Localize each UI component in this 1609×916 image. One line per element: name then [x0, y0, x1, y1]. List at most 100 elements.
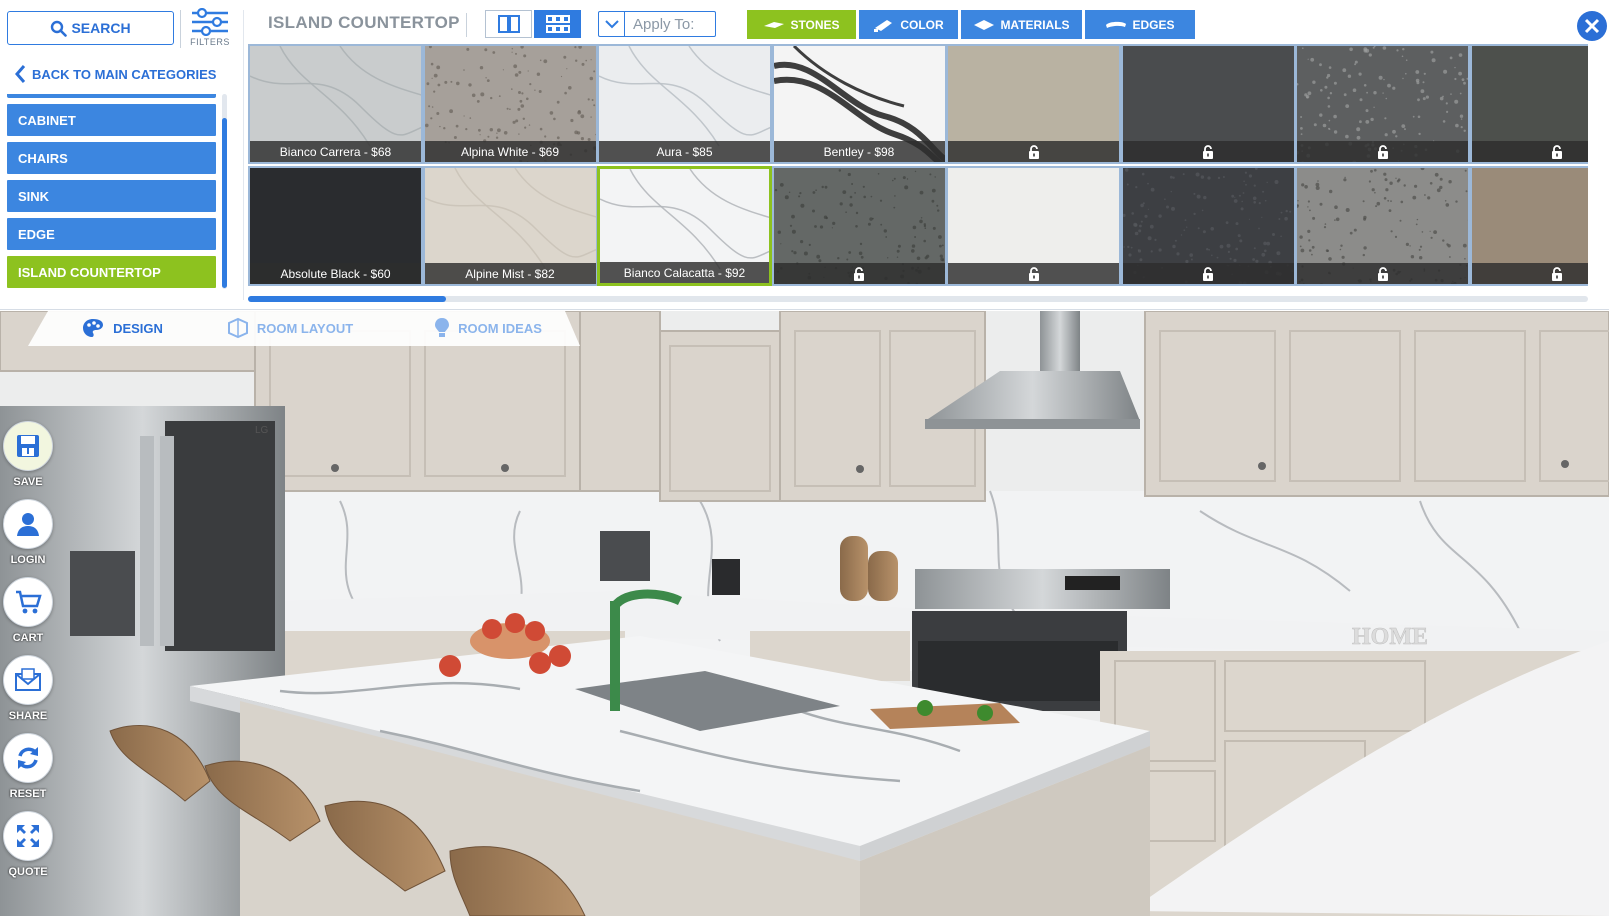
- room-designer-app: SEARCH FILTERS BACK TO MAIN CATEGORIES C…: [0, 0, 1609, 916]
- login-button-circle[interactable]: [3, 499, 53, 549]
- swatch-caption: Bianco Carrera - $68: [250, 141, 421, 162]
- quote-button-circle[interactable]: [3, 811, 53, 861]
- category-item-chairs[interactable]: CHAIRS: [7, 142, 216, 174]
- stone-swatch[interactable]: Alpine Mist - $82: [422, 166, 598, 286]
- lock-icon: [1552, 266, 1562, 281]
- stone-swatch[interactable]: Absolute Black - $60: [248, 166, 423, 286]
- category-item-edge[interactable]: EDGE: [7, 218, 216, 250]
- search-button[interactable]: SEARCH: [7, 11, 174, 45]
- quote-compress-icon: [17, 825, 39, 847]
- category-item-cabinet[interactable]: CABINET: [7, 104, 216, 136]
- back-to-main-categories-link[interactable]: BACK TO MAIN CATEGORIES: [14, 62, 216, 86]
- grid-view-button[interactable]: [534, 10, 581, 38]
- swatch-grid-scrollbar-thumb[interactable]: [248, 296, 446, 302]
- stone-swatch-locked[interactable]: [771, 166, 947, 286]
- tab-room-ideas[interactable]: ROOM IDEAS: [418, 311, 558, 345]
- save-icon: [17, 435, 39, 457]
- swatch-name: Alpina White: [460, 144, 529, 159]
- stone-swatch-locked[interactable]: [1120, 166, 1296, 286]
- stone-swatch-locked[interactable]: [946, 44, 1121, 164]
- swatch-price: $69: [539, 144, 560, 159]
- user-icon: [17, 513, 39, 536]
- kitchen-3d-preview[interactable]: LG HOME DESIGN ROOM LAYOUT ROOM IDEAS SA…: [0, 311, 1609, 916]
- stone-swatch-locked[interactable]: [1469, 166, 1588, 286]
- stone-swatch[interactable]: Alpina White - $69: [422, 44, 598, 164]
- swatch-lock-caption: [1122, 141, 1294, 162]
- stone-swatch[interactable]: Bianco Calacatta - $92: [597, 166, 772, 286]
- tab-design[interactable]: DESIGN: [52, 311, 192, 345]
- swatch-separator: -: [528, 144, 539, 159]
- login-button[interactable]: LOGIN: [2, 499, 54, 566]
- category-scrollbar-thumb[interactable]: [222, 118, 227, 288]
- stone-swatch-grid: Bianco Carrera - $68 Alpina White - $69 Au…: [248, 44, 1588, 292]
- stone-swatch-locked[interactable]: [1295, 166, 1470, 286]
- filters-button[interactable]: FILTERS: [186, 8, 234, 52]
- stone-swatch-locked[interactable]: [946, 166, 1121, 286]
- stone-slab-icon: [764, 21, 785, 28]
- grid-view-icon: [545, 15, 570, 33]
- apply-to-dropdown[interactable]: Apply To:: [598, 11, 716, 37]
- category-item-island-countertop[interactable]: ISLAND COUNTERTOP: [7, 256, 216, 288]
- quote-label: QUOTE: [8, 866, 48, 878]
- divider: [466, 13, 467, 37]
- swatch-lock-caption: [773, 263, 945, 284]
- decor-home-text: HOME: [1352, 624, 1428, 650]
- quote-button[interactable]: QUOTE: [2, 811, 54, 878]
- tab-stones[interactable]: STONES: [747, 10, 856, 39]
- close-panel-button[interactable]: [1577, 11, 1607, 41]
- swatch-lock-caption: [1297, 141, 1468, 162]
- swatch-name: Bentley: [823, 144, 864, 159]
- tab-color[interactable]: COLOR: [859, 10, 958, 39]
- cart-label: CART: [12, 632, 44, 644]
- stone-swatch-locked[interactable]: [1295, 44, 1470, 164]
- category-item-sink[interactable]: SINK: [7, 180, 216, 212]
- swatch-name: Bianco Calacatta: [623, 265, 715, 280]
- reset-button-circle[interactable]: [3, 733, 53, 783]
- swatch-price: $85: [692, 144, 713, 159]
- swatch-price: $68: [371, 144, 392, 159]
- back-link-label: BACK TO MAIN CATEGORIES: [32, 66, 217, 82]
- stone-swatch[interactable]: Bianco Carrera - $68: [248, 44, 423, 164]
- save-button-circle[interactable]: [3, 421, 53, 471]
- save-button[interactable]: SAVE: [2, 421, 54, 488]
- lock-icon: [1028, 266, 1039, 281]
- cart-button[interactable]: CART: [2, 577, 54, 644]
- swatch-lock-caption: [1122, 263, 1294, 284]
- save-label: SAVE: [13, 476, 43, 488]
- swatch-caption: Aura - $85: [599, 141, 770, 162]
- material-selection-panel: SEARCH FILTERS BACK TO MAIN CATEGORIES C…: [0, 0, 1609, 310]
- stone-swatch-locked[interactable]: [1120, 44, 1296, 164]
- tab-edges[interactable]: EDGES: [1085, 10, 1195, 39]
- swatch-price: $98: [874, 144, 895, 159]
- stone-swatch[interactable]: Aura - $85: [597, 44, 772, 164]
- swatch-separator: -: [714, 265, 726, 280]
- swatch-caption: Alpine Mist - $82: [424, 263, 596, 284]
- share-button[interactable]: SHARE: [2, 655, 54, 722]
- swatch-lock-caption: [948, 263, 1119, 284]
- tab-stones-label: STONES: [790, 17, 840, 32]
- kitchen-render[interactable]: LG HOME: [0, 311, 1609, 916]
- share-button-circle[interactable]: [3, 655, 53, 705]
- tab-color-label: COLOR: [900, 17, 944, 32]
- stone-swatch-locked[interactable]: [1469, 44, 1588, 164]
- panel-divider: [243, 10, 244, 300]
- lock-icon: [854, 266, 864, 281]
- two-column-view-button[interactable]: [485, 10, 532, 38]
- share-mail-icon: [15, 668, 41, 691]
- swatch-caption: Absolute Black - $60: [250, 263, 421, 284]
- swatch-name: Alpine Mist: [465, 266, 524, 281]
- swatch-grid-scrollbar[interactable]: [248, 296, 1588, 302]
- stone-swatch[interactable]: Bentley - $98: [771, 44, 947, 164]
- filters-sliders-icon: [192, 8, 228, 36]
- tab-materials[interactable]: MATERIALS: [961, 10, 1082, 39]
- swatch-lock-caption: [1471, 263, 1588, 284]
- category-scrollbar[interactable]: [222, 94, 227, 289]
- cart-button-circle[interactable]: [3, 577, 53, 627]
- lightbulb-icon: [435, 318, 450, 337]
- swatch-lock-caption: [1297, 263, 1468, 284]
- tab-room-layout[interactable]: ROOM LAYOUT: [215, 311, 365, 345]
- reset-button[interactable]: RESET: [2, 733, 54, 800]
- filters-label: FILTERS: [190, 37, 230, 47]
- cart-icon: [16, 590, 42, 614]
- search-icon: [51, 20, 68, 37]
